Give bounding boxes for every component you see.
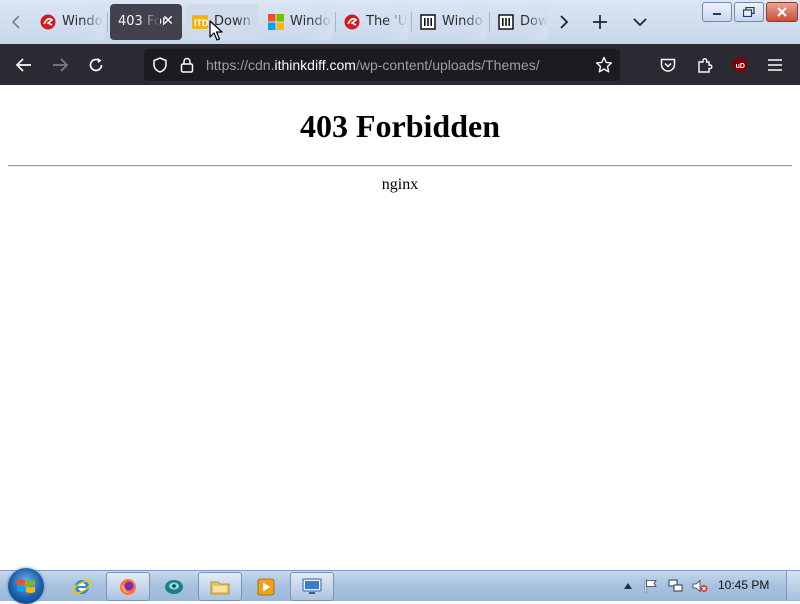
media-player-icon xyxy=(257,578,275,595)
back-button[interactable] xyxy=(11,52,37,78)
navigation-toolbar: https://cdn.ithinkdiff.com/wp-content/up… xyxy=(0,44,800,85)
reload-icon xyxy=(89,58,103,72)
url-prefix: https://cdn. xyxy=(206,57,275,73)
red-logo-icon xyxy=(344,14,360,30)
close-tab-icon[interactable]: ✕ xyxy=(162,13,174,29)
app-menu-button[interactable] xyxy=(762,52,788,78)
network-icon xyxy=(668,579,683,592)
taskbar-internet-explorer[interactable] xyxy=(60,572,104,601)
tab-7[interactable]: Down xyxy=(492,4,548,40)
close-icon xyxy=(777,7,787,17)
address-bar[interactable]: https://cdn.ithinkdiff.com/wp-content/up… xyxy=(144,49,620,81)
archive-icon xyxy=(498,14,514,30)
arrow-left-icon xyxy=(16,58,31,72)
triangle-up-icon xyxy=(624,583,632,589)
new-tab-button[interactable] xyxy=(588,10,612,34)
media-app-icon xyxy=(165,579,183,594)
svg-text:uD: uD xyxy=(736,63,745,70)
action-center-tray[interactable] xyxy=(643,578,659,594)
url-path: /wp-content/uploads/Themes/ xyxy=(355,57,540,73)
windows-logo-icon xyxy=(17,579,35,593)
taskbar-remote-desktop[interactable] xyxy=(290,572,334,601)
tab-1[interactable]: Windo xyxy=(34,4,104,40)
chevron-right-icon xyxy=(560,15,569,29)
microsoft-logo-icon xyxy=(268,14,284,30)
pocket-button[interactable] xyxy=(655,52,681,78)
network-tray[interactable] xyxy=(668,578,684,594)
bookmark-star-icon[interactable] xyxy=(595,56,613,74)
taskbar-file-explorer[interactable] xyxy=(198,572,242,601)
scroll-tabs-left-button[interactable] xyxy=(4,10,28,34)
ublock-shield-icon: uD xyxy=(733,57,747,73)
start-button[interactable] xyxy=(8,568,44,604)
pocket-icon xyxy=(660,58,676,72)
puzzle-piece-icon xyxy=(698,58,713,73)
flag-icon xyxy=(644,579,657,593)
mouse-pointer-icon xyxy=(209,20,223,41)
scroll-tabs-right-button[interactable] xyxy=(552,10,576,34)
tab-active[interactable]: 403 For ✕ xyxy=(110,4,182,40)
chevron-left-icon xyxy=(11,15,20,29)
plus-icon xyxy=(593,15,607,29)
server-name: nginx xyxy=(381,176,419,193)
url-text[interactable]: https://cdn.ithinkdiff.com/wp-content/up… xyxy=(206,57,540,73)
ublock-origin-button[interactable]: uD xyxy=(727,52,753,78)
itd-logo-icon: ITD xyxy=(192,15,208,29)
tab-6[interactable]: Windo xyxy=(414,4,486,40)
lock-icon[interactable] xyxy=(180,57,194,73)
tracking-protection-shield-icon[interactable] xyxy=(152,57,168,73)
restore-icon xyxy=(743,7,755,17)
error-heading: 403 Forbidden xyxy=(299,108,501,144)
tab-5[interactable]: The 'U xyxy=(338,4,408,40)
windows-taskbar: 10:45 PM xyxy=(0,568,800,604)
close-window-button[interactable] xyxy=(766,2,798,22)
taskbar-firefox[interactable] xyxy=(106,572,150,601)
speaker-muted-icon xyxy=(692,579,708,593)
reload-button[interactable] xyxy=(83,52,109,78)
red-logo-icon xyxy=(40,14,56,30)
hamburger-menu-icon xyxy=(768,59,782,71)
remote-desktop-icon xyxy=(302,578,322,594)
horizontal-rule xyxy=(8,165,792,167)
volume-tray[interactable] xyxy=(692,578,708,594)
arrow-right-icon xyxy=(53,58,68,72)
tab-4[interactable]: Windo xyxy=(262,4,332,40)
show-hidden-icons-button[interactable] xyxy=(620,578,636,594)
restore-button[interactable] xyxy=(734,2,764,22)
folder-icon xyxy=(210,581,230,594)
chevron-down-icon xyxy=(633,18,647,27)
internet-explorer-icon xyxy=(72,579,92,594)
url-domain: ithinkdiff.com xyxy=(274,57,356,73)
svg-text:ITD: ITD xyxy=(194,18,208,28)
show-desktop-button[interactable] xyxy=(786,571,800,600)
tab-strip: Windo 403 For ✕ ITD Down Windo The 'U Wi… xyxy=(0,0,800,44)
archive-icon xyxy=(420,14,436,30)
forward-button[interactable] xyxy=(47,52,73,78)
taskbar-media-player[interactable] xyxy=(244,572,288,601)
minimize-icon xyxy=(713,13,721,15)
extensions-button[interactable] xyxy=(692,52,718,78)
list-all-tabs-button[interactable] xyxy=(628,10,652,34)
system-clock[interactable]: 10:45 PM xyxy=(718,578,769,592)
page-viewport: 403 Forbidden nginx xyxy=(0,85,800,570)
firefox-icon xyxy=(120,578,136,595)
taskbar-media-app[interactable] xyxy=(152,572,196,601)
minimize-button[interactable] xyxy=(702,2,732,22)
